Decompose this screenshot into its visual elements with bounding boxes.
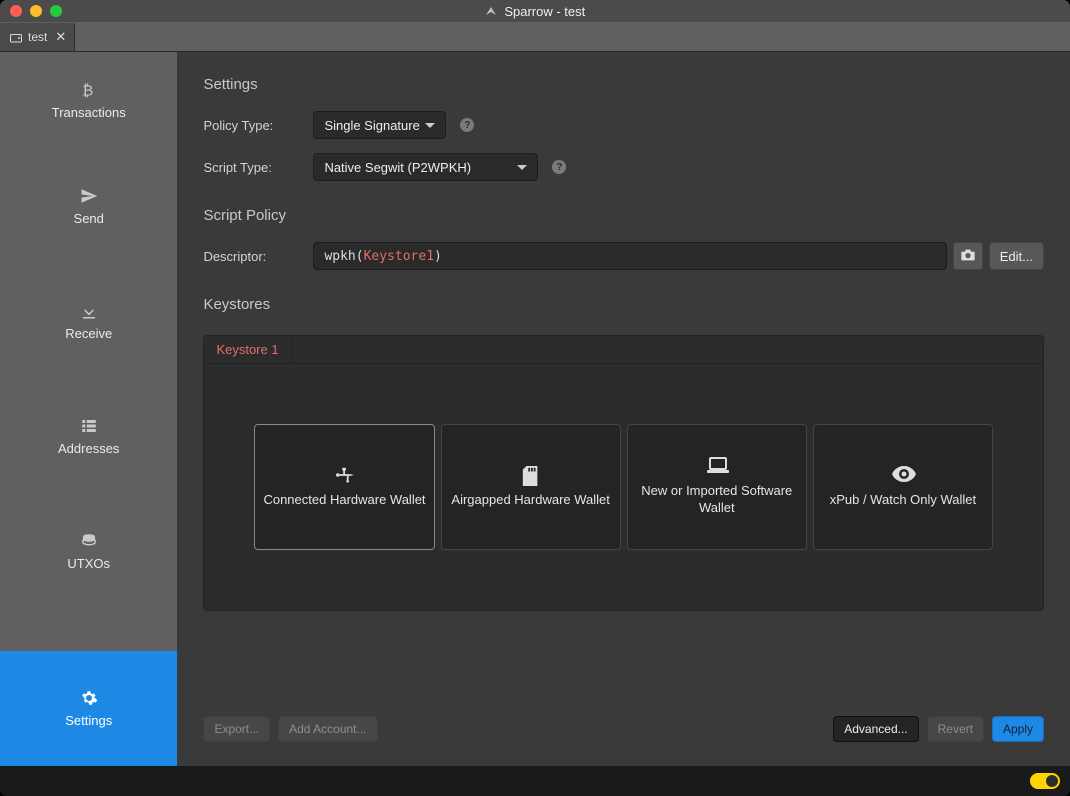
sidebar-item-label: UTXOs	[67, 556, 110, 571]
keystore-card-label: xPub / Watch Only Wallet	[830, 492, 976, 509]
keystore-card-connected-hardware[interactable]: Connected Hardware Wallet	[254, 424, 434, 550]
descriptor-input[interactable]: wpkh(Keystore1)	[313, 242, 946, 270]
keystore-card-label: New or Imported Software Wallet	[636, 483, 798, 517]
revert-button-label: Revert	[938, 722, 973, 736]
gear-icon	[80, 689, 98, 707]
script-type-label: Script Type:	[203, 160, 313, 175]
laptop-icon	[706, 457, 728, 475]
sidebar-item-label: Addresses	[58, 441, 119, 456]
export-button-label: Export...	[214, 722, 259, 736]
wallet-tab-label: test	[28, 30, 47, 44]
script-type-help-icon[interactable]: ?	[552, 160, 566, 174]
descriptor-row: Descriptor: wpkh(Keystore1) Edit...	[203, 242, 1044, 270]
policy-type-help-icon[interactable]: ?	[460, 118, 474, 132]
coins-icon	[80, 532, 98, 550]
script-type-value: Native Segwit (P2WPKH)	[324, 160, 471, 175]
keystores-heading: Keystores	[203, 296, 1044, 313]
wallet-tab[interactable]: test ✕	[0, 23, 75, 51]
policy-type-label: Policy Type:	[203, 118, 313, 133]
window-title-text: Sparrow - test	[504, 4, 585, 19]
sidebar-item-label: Send	[74, 211, 104, 226]
descriptor-prefix: wpkh(	[324, 249, 363, 264]
keystore-tab-label: Keystore 1	[216, 342, 278, 357]
download-arrow-icon	[80, 302, 98, 320]
apply-button[interactable]: Apply	[992, 716, 1044, 742]
sidebar-item-receive[interactable]: Receive	[0, 264, 177, 379]
keystore-card-watch-only[interactable]: xPub / Watch Only Wallet	[813, 424, 993, 550]
keystore-card-label: Airgapped Hardware Wallet	[451, 492, 609, 509]
policy-type-value: Single Signature	[324, 118, 419, 133]
connection-toggle[interactable]	[1030, 773, 1060, 789]
descriptor-keystore-ref: Keystore1	[364, 249, 434, 264]
descriptor-edit-button[interactable]: Edit...	[989, 242, 1044, 270]
wallet-tabstrip: test ✕	[0, 22, 1070, 52]
keystore-cards: Connected Hardware Wallet Airgapped Hard…	[204, 364, 1043, 610]
sidebar-item-utxos[interactable]: UTXOs	[0, 494, 177, 609]
sd-card-icon	[520, 466, 542, 484]
eye-icon	[892, 466, 914, 484]
settings-heading: Settings	[203, 76, 1044, 93]
sidebar-item-label: Receive	[65, 326, 112, 341]
titlebar: Sparrow - test	[0, 0, 1070, 22]
apply-button-label: Apply	[1003, 722, 1033, 736]
export-button[interactable]: Export...	[203, 716, 270, 742]
svg-text:₿: ₿	[82, 82, 93, 99]
keystore-tab[interactable]: Keystore 1	[204, 336, 291, 363]
sparrow-app-icon	[485, 5, 497, 17]
sidebar-item-send[interactable]: Send	[0, 149, 177, 264]
bitcoin-icon: ₿	[80, 81, 98, 99]
app-window: Sparrow - test test ✕ ₿ Transactions	[0, 0, 1070, 796]
keystore-card-label: Connected Hardware Wallet	[263, 492, 425, 509]
window-title: Sparrow - test	[0, 4, 1070, 19]
sidebar-item-label: Settings	[65, 713, 112, 728]
send-plane-icon	[80, 187, 98, 205]
policy-type-row: Policy Type: Single Signature ?	[203, 111, 1044, 139]
descriptor-qr-button[interactable]	[953, 242, 983, 270]
close-tab-button[interactable]: ✕	[55, 29, 66, 45]
list-icon	[80, 417, 98, 435]
sidebar: ₿ Transactions Send Receive Ad	[0, 52, 177, 766]
camera-icon	[960, 248, 976, 265]
script-policy-heading: Script Policy	[203, 207, 1044, 224]
sidebar-item-addresses[interactable]: Addresses	[0, 379, 177, 494]
usb-icon	[334, 466, 356, 484]
policy-type-select[interactable]: Single Signature	[313, 111, 446, 139]
keystore-card-airgapped-hardware[interactable]: Airgapped Hardware Wallet	[441, 424, 621, 550]
keystores-panel: Keystore 1 Connected Hardware Wallet	[203, 335, 1044, 611]
action-bar: Export... Add Account... Advanced... Rev…	[203, 716, 1044, 742]
descriptor-edit-label: Edit...	[1000, 249, 1033, 264]
revert-button[interactable]: Revert	[927, 716, 984, 742]
script-type-row: Script Type: Native Segwit (P2WPKH) ?	[203, 153, 1044, 181]
main-panel: Settings Policy Type: Single Signature ?…	[177, 52, 1070, 766]
descriptor-label: Descriptor:	[203, 249, 313, 264]
add-account-button[interactable]: Add Account...	[278, 716, 377, 742]
script-type-select[interactable]: Native Segwit (P2WPKH)	[313, 153, 538, 181]
sidebar-item-settings[interactable]: Settings	[0, 651, 177, 766]
keystore-card-software[interactable]: New or Imported Software Wallet	[627, 424, 807, 550]
sidebar-item-label: Transactions	[52, 105, 126, 120]
add-account-button-label: Add Account...	[289, 722, 366, 736]
advanced-button-label: Advanced...	[844, 722, 907, 736]
sidebar-item-transactions[interactable]: ₿ Transactions	[0, 52, 177, 149]
keystore-tabstrip: Keystore 1	[204, 336, 1043, 364]
statusbar	[0, 766, 1070, 796]
wallet-icon	[10, 32, 22, 42]
descriptor-suffix: )	[434, 249, 442, 264]
advanced-button[interactable]: Advanced...	[833, 716, 918, 742]
body: ₿ Transactions Send Receive Ad	[0, 52, 1070, 766]
